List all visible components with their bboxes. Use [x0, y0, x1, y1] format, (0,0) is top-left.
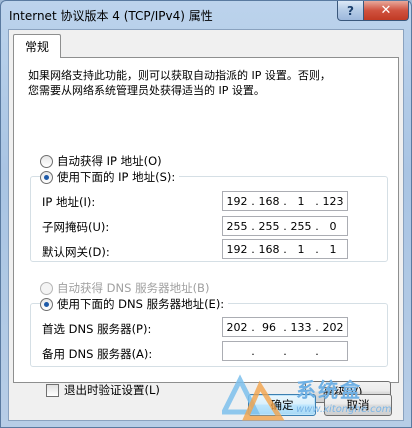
tab-general-label: 常规	[24, 40, 49, 54]
preferred-dns-input[interactable]: 202. 96. 133. 202	[222, 317, 348, 337]
radio-manual-dns-label: 使用下面的 DNS 服务器地址(E):	[57, 297, 225, 311]
radio-manual-dns[interactable]: 使用下面的 DNS 服务器地址(E):	[40, 296, 229, 312]
help-button[interactable]: ?	[337, 1, 364, 21]
radio-auto-dns[interactable]: 自动获得 DNS 服务器地址(B)	[40, 280, 209, 296]
ip-address-octet-4: 123	[322, 194, 344, 208]
intro-line-1: 如果网络支持此功能，则可以获取自动指派的 IP 设置。否则，	[28, 69, 331, 82]
window-title: Internet 协议版本 4 (TCP/IPv4) 属性	[9, 9, 213, 23]
validate-settings-label: 退出时验证设置(L)	[64, 383, 160, 397]
general-tab-panel: 如果网络支持此功能，则可以获取自动指派的 IP 设置。否则， 您需要从网络系统管…	[13, 57, 399, 403]
radio-auto-dns-indicator[interactable]	[40, 281, 53, 295]
preferred-dns-octet-3: 133	[290, 320, 312, 334]
radio-auto-ip[interactable]: 自动获得 IP 地址(O)	[40, 153, 162, 169]
ip-address-octet-3: 1	[297, 194, 305, 208]
radio-auto-dns-label: 自动获得 DNS 服务器地址(B)	[57, 281, 210, 295]
preferred-dns-octet-2: 96	[262, 320, 276, 334]
radio-manual-ip-indicator[interactable]	[40, 170, 53, 184]
ok-button-label: 确定	[270, 398, 294, 412]
default-gateway-octet-1: 192	[226, 242, 248, 256]
radio-manual-ip[interactable]: 使用下面的 IP 地址(S):	[40, 169, 180, 185]
subnet-mask-octet-1: 255	[226, 219, 248, 233]
preferred-dns-octet-4: 202	[322, 320, 344, 334]
preferred-dns-octet-1: 202	[226, 320, 248, 334]
radio-auto-ip-label: 自动获得 IP 地址(O)	[57, 154, 162, 168]
dialog-client-area: 常规 如果网络支持此功能，则可以获取自动指派的 IP 设置。否则， 您需要从网络…	[8, 29, 404, 421]
subnet-mask-octet-4: 0	[329, 219, 337, 233]
title-bar[interactable]: Internet 协议版本 4 (TCP/IPv4) 属性 ? ✕	[1, 1, 411, 29]
ip-address-octet-1: 192	[226, 194, 248, 208]
intro-text: 如果网络支持此功能，则可以获取自动指派的 IP 设置。否则， 您需要从网络系统管…	[28, 68, 388, 98]
dialog-window: Internet 协议版本 4 (TCP/IPv4) 属性 ? ✕ 常规 如果网…	[0, 0, 412, 428]
close-icon: ✕	[380, 3, 392, 18]
subnet-mask-octet-3: 255	[290, 219, 312, 233]
default-gateway-octet-4: 1	[329, 242, 337, 256]
preferred-dns-label: 首选 DNS 服务器(P):	[42, 322, 152, 336]
tab-general[interactable]: 常规	[13, 34, 61, 58]
ip-address-octet-2: 168	[258, 194, 280, 208]
intro-line-2: 您需要从网络系统管理员处获得适当的 IP 设置。	[28, 84, 265, 97]
radio-manual-ip-label: 使用下面的 IP 地址(S):	[57, 170, 176, 184]
subnet-mask-octet-2: 255	[258, 219, 280, 233]
ip-address-input[interactable]: 192. 168. 1. 123	[222, 191, 348, 211]
default-gateway-octet-3: 1	[297, 242, 305, 256]
default-gateway-octet-2: 168	[258, 242, 280, 256]
radio-manual-dns-indicator[interactable]	[40, 297, 53, 311]
radio-auto-ip-indicator[interactable]	[40, 154, 53, 168]
default-gateway-input[interactable]: 192. 168. 1. 1	[222, 239, 348, 259]
default-gateway-label: 默认网关(D):	[42, 245, 110, 259]
help-icon: ?	[347, 3, 354, 18]
validate-settings-checkbox[interactable]: 退出时验证设置(L)	[46, 382, 160, 398]
ok-button[interactable]: 确定	[248, 394, 316, 416]
validate-settings-box[interactable]	[46, 383, 59, 397]
cancel-button-label: 取消	[346, 398, 370, 412]
subnet-mask-label: 子网掩码(U):	[42, 220, 110, 234]
subnet-mask-input[interactable]: 255. 255. 255. 0	[222, 216, 348, 236]
close-button[interactable]: ✕	[363, 1, 409, 21]
alternate-dns-label: 备用 DNS 服务器(A):	[42, 347, 153, 361]
ip-address-label: IP 地址(I):	[42, 195, 96, 209]
cancel-button[interactable]: 取消	[324, 394, 392, 416]
alternate-dns-input[interactable]: . . .	[222, 341, 348, 361]
